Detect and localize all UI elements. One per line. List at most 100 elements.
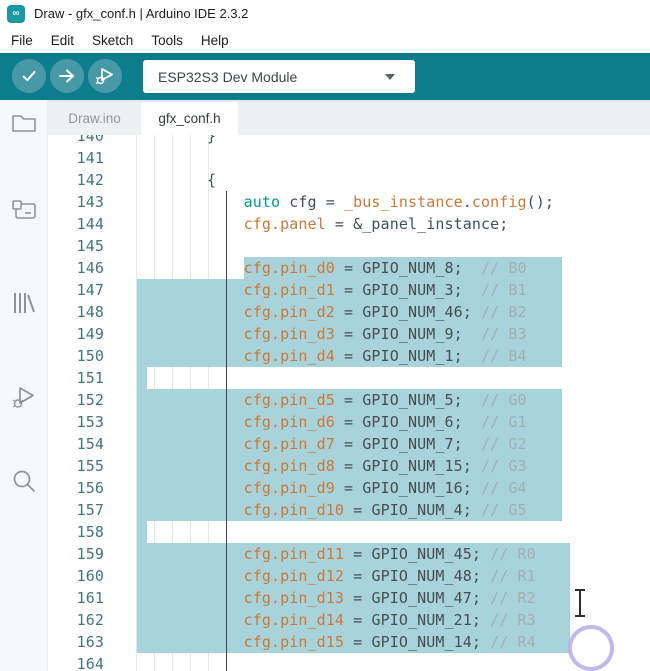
line-number: 160	[76, 567, 104, 585]
tab-gfx-conf-h[interactable]: gfx_conf.h	[141, 102, 238, 135]
code-text: cfg.panel = &_panel_instance;	[243, 215, 509, 233]
board-selector-dropdown[interactable]: ESP32S3 Dev Module	[143, 60, 415, 93]
code-text: cfg.pin_d2 = GPIO_NUM_46; // B2	[243, 303, 527, 321]
line-number: 146	[76, 259, 104, 277]
code-line: 151	[48, 367, 650, 389]
menu-edit[interactable]: Edit	[42, 33, 83, 48]
code-text: cfg.pin_d8 = GPIO_NUM_15; // G3	[243, 457, 527, 475]
line-number: 152	[76, 391, 104, 409]
books-icon	[14, 293, 35, 313]
code-line: 150 cfg.pin_d4 = GPIO_NUM_1; // B4	[48, 345, 650, 367]
line-number: 153	[76, 413, 104, 431]
title-bar: ∞ Draw - gfx_conf.h | Arduino IDE 2.3.2	[0, 0, 650, 27]
code-text: cfg.pin_d0 = GPIO_NUM_8; // B0	[243, 259, 527, 277]
code-line: 159 cfg.pin_d11 = GPIO_NUM_45; // R0	[48, 543, 650, 565]
sidebar-item-boards-manager[interactable]	[9, 196, 39, 226]
line-number: 140	[76, 135, 104, 145]
code-line: 152 cfg.pin_d5 = GPIO_NUM_5; // G0	[48, 389, 650, 411]
code-line: 163 cfg.pin_d15 = GPIO_NUM_14; // R4	[48, 631, 650, 653]
code-line: 140 }	[48, 135, 650, 147]
sidebar-item-sketchbook[interactable]	[9, 108, 39, 138]
line-number: 161	[76, 589, 104, 607]
code-line: 149 cfg.pin_d3 = GPIO_NUM_9; // B3	[48, 323, 650, 345]
code-text: cfg.pin_d14 = GPIO_NUM_21; // R3	[243, 611, 536, 629]
toolbar: ESP32S3 Dev Module	[0, 53, 650, 100]
code-line: 142 {	[48, 169, 650, 191]
code-line: 160 cfg.pin_d12 = GPIO_NUM_48; // R1	[48, 565, 650, 587]
search-icon	[13, 470, 35, 492]
code-text: cfg.pin_d15 = GPIO_NUM_14; // R4	[243, 633, 536, 651]
line-number: 141	[76, 149, 104, 167]
line-number: 163	[76, 633, 104, 651]
sidebar-item-debug[interactable]	[9, 382, 39, 412]
line-number: 145	[76, 237, 104, 255]
line-number: 157	[76, 501, 104, 519]
ide-body: Draw.ino gfx_conf.h 140 } 141 142 { 143 aut…	[0, 100, 650, 671]
code-text: cfg.pin_d3 = GPIO_NUM_9; // B3	[243, 325, 527, 343]
code-line: 141	[48, 147, 650, 169]
line-number: 150	[76, 347, 104, 365]
board-selector-label: ESP32S3 Dev Module	[158, 68, 298, 85]
line-number: 159	[76, 545, 104, 563]
folder-icon	[12, 115, 36, 132]
code-line: 156 cfg.pin_d9 = GPIO_NUM_16; // G4	[48, 477, 650, 499]
menu-file[interactable]: File	[2, 33, 42, 48]
code-editor[interactable]: 140 } 141 142 { 143 auto cfg = _bus_instanc…	[48, 135, 650, 671]
menu-sketch[interactable]: Sketch	[83, 33, 142, 48]
code-text: cfg.pin_d7 = GPIO_NUM_7; // G2	[243, 435, 527, 453]
code-line: 154 cfg.pin_d7 = GPIO_NUM_7; // G2	[48, 433, 650, 455]
code-text: cfg.pin_d11 = GPIO_NUM_45; // R0	[243, 545, 536, 563]
debug-bug-icon	[95, 68, 113, 85]
code-line: 164	[48, 653, 650, 671]
board-chip-icon	[12, 200, 36, 219]
line-number: 156	[76, 479, 104, 497]
code-text: cfg.pin_d6 = GPIO_NUM_6; // G1	[243, 413, 527, 431]
upload-button[interactable]	[50, 59, 84, 93]
code-line: 161 cfg.pin_d13 = GPIO_NUM_47; // R2	[48, 587, 650, 609]
line-number: 147	[76, 281, 104, 299]
code-line: 162 cfg.pin_d14 = GPIO_NUM_21; // R3	[48, 609, 650, 631]
code-text: cfg.pin_d10 = GPIO_NUM_4; // G5	[243, 501, 527, 519]
code-text: auto cfg = _bus_instance.config();	[243, 193, 555, 211]
editor-column: Draw.ino gfx_conf.h 140 } 141 142 { 143 aut…	[48, 100, 650, 671]
code-line: 155 cfg.pin_d8 = GPIO_NUM_15; // G3	[48, 455, 650, 477]
code-text: cfg.pin_d12 = GPIO_NUM_48; // R1	[243, 567, 536, 585]
line-number: 162	[76, 611, 104, 629]
tab-draw-ino[interactable]: Draw.ino	[48, 102, 141, 135]
code-line: 158	[48, 521, 650, 543]
code-text: cfg.pin_d4 = GPIO_NUM_1; // B4	[243, 347, 527, 365]
arduino-ide-window: ∞ Draw - gfx_conf.h | Arduino IDE 2.3.2 …	[0, 0, 650, 671]
debug-button[interactable]	[88, 59, 122, 93]
code-text: cfg.pin_d5 = GPIO_NUM_5; // G0	[243, 391, 527, 409]
text-cursor-ibeam	[575, 589, 585, 617]
menu-bar: File Edit Sketch Tools Help	[0, 27, 650, 53]
touch-indicator-ring	[568, 625, 614, 671]
code-line: 146 cfg.pin_d0 = GPIO_NUM_8; // B0	[48, 257, 650, 279]
debug-play-bug-icon	[12, 387, 34, 408]
code-line: 153 cfg.pin_d6 = GPIO_NUM_6; // G1	[48, 411, 650, 433]
line-number: 148	[76, 303, 104, 321]
line-number: 154	[76, 435, 104, 453]
code-line: 147 cfg.pin_d1 = GPIO_NUM_3; // B1	[48, 279, 650, 301]
activity-sidebar	[0, 100, 48, 671]
chevron-down-icon	[385, 73, 395, 80]
code-line: 157 cfg.pin_d10 = GPIO_NUM_4; // G5	[48, 499, 650, 521]
line-number: 144	[76, 215, 104, 233]
verify-button[interactable]	[12, 59, 46, 93]
line-number: 155	[76, 457, 104, 475]
line-number: 151	[76, 369, 104, 387]
code-text: cfg.pin_d9 = GPIO_NUM_16; // G4	[243, 479, 527, 497]
line-number: 142	[76, 171, 104, 189]
code-text: cfg.pin_d1 = GPIO_NUM_3; // B1	[243, 281, 527, 299]
menu-help[interactable]: Help	[192, 33, 238, 48]
window-title: Draw - gfx_conf.h | Arduino IDE 2.3.2	[34, 6, 249, 21]
sidebar-item-library-manager[interactable]	[9, 288, 39, 318]
code-line: 145	[48, 235, 650, 257]
menu-tools[interactable]: Tools	[142, 33, 192, 48]
code-line: 148 cfg.pin_d2 = GPIO_NUM_46; // B2	[48, 301, 650, 323]
code-text: }	[134, 135, 217, 145]
arduino-app-icon: ∞	[7, 4, 25, 23]
sidebar-item-search[interactable]	[9, 466, 39, 496]
line-number: 149	[76, 325, 104, 343]
line-number: 143	[76, 193, 104, 211]
